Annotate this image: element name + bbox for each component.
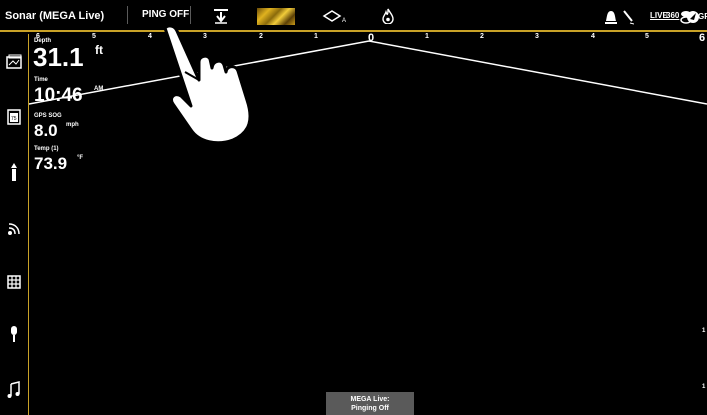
popup-message: Pinging Off [351,405,389,412]
alarm-bell-icon[interactable] [604,8,618,26]
speed-label: GPS SOG [34,113,62,119]
flame-icon[interactable] [381,8,395,24]
depth-unit: ft [95,43,103,57]
speed-unit: mph [66,122,79,128]
time-unit: AM [94,86,104,92]
grid-icon[interactable] [5,272,23,292]
page-title: Sonar (MEGA Live) [5,10,105,22]
scale-tick: 5 [645,33,649,40]
temp-label: Temp (1) [34,146,59,152]
time-value: 10:46 [34,85,83,106]
temp-value: 73.9 [34,154,68,173]
svg-text:75: 75 [11,116,17,122]
speed-value: 8.0 [34,121,58,140]
music-icon[interactable] [5,380,23,400]
scale-tick: 3 [535,33,539,40]
scale-tick: 4 [591,33,595,40]
pen-icon[interactable] [622,8,634,26]
scale-tick: 6 [699,32,706,44]
chart-thumbnail-button[interactable] [257,8,295,25]
scale-tick: 4 [148,33,152,40]
gps-indicator[interactable]: GPS [698,12,707,21]
sonar-bottom-line [29,40,707,105]
scale-tick: 2 [259,33,263,40]
divider [190,6,191,24]
svg-text:A: A [342,18,346,23]
scale-tick-zero: 0 [368,32,375,44]
temp-unit: °F [77,155,84,161]
pointing-hand-icon [163,24,252,145]
status-popup: MEGA Live: Pinging Off [326,392,414,415]
divider [127,6,128,24]
scale-tick: 5 [92,33,96,40]
chart-icon[interactable] [5,52,23,72]
scale-tick: 1 [314,33,318,40]
sonar-screen: Sonar (MEGA Live) PING OFF A LIVE 360 GP… [0,0,707,415]
download-icon[interactable] [212,8,230,24]
scale-tick: 3 [203,33,207,40]
gauge-icon[interactable]: 75 [5,107,23,127]
transducer-beam-icon[interactable]: A [322,9,348,23]
sonar-icon[interactable] [5,220,23,240]
left-sidebar: 75 [0,34,29,415]
360-indicator[interactable]: 360 [666,11,679,20]
popup-title: MEGA Live: [350,396,390,403]
range-marker: 1 [702,384,706,390]
ping-off-button[interactable]: PING OFF [142,9,189,20]
scale-tick: 2 [480,33,484,40]
range-marker: 1 [702,328,706,334]
boat-icon[interactable] [5,162,23,182]
top-bar: Sonar (MEGA Live) PING OFF A LIVE 360 GP [0,0,707,32]
scale-tick: 1 [425,33,429,40]
microphone-icon[interactable] [5,324,23,344]
time-label: Time [34,77,48,83]
depth-value: 31.1 [33,42,84,72]
